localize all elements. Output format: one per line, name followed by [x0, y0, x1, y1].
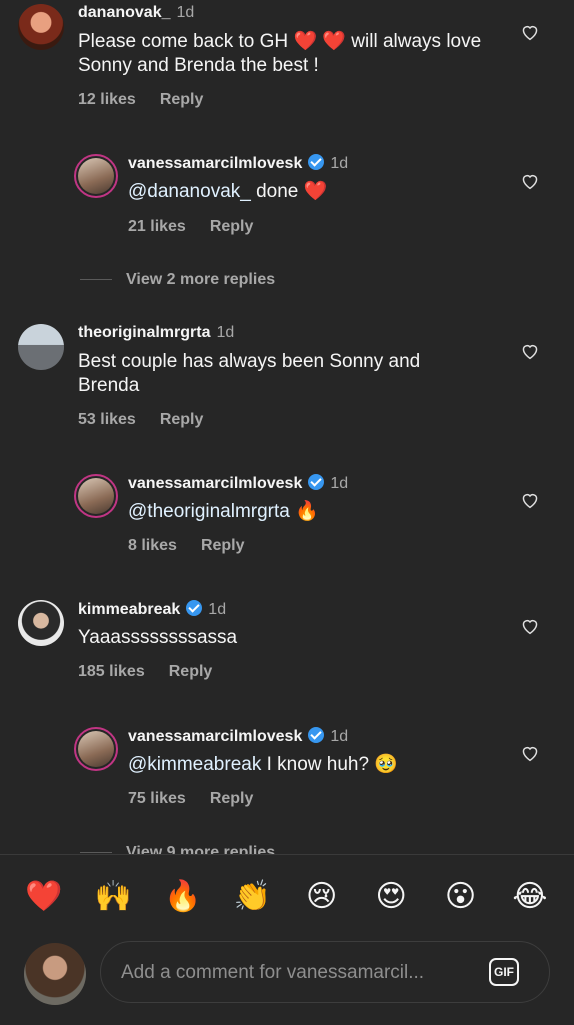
heart-icon[interactable]: [520, 342, 540, 360]
reply-button[interactable]: Reply: [169, 663, 213, 680]
emoji-clap-button[interactable]: 👏: [232, 879, 272, 919]
reply-meta: 75 likes Reply: [128, 790, 253, 808]
current-user-avatar: [24, 943, 86, 1005]
likes-count[interactable]: 75 likes: [128, 790, 186, 807]
likes-count[interactable]: 53 likes: [78, 411, 136, 428]
reply-button[interactable]: Reply: [210, 218, 254, 235]
comment-composer: ❤️ 🙌 🔥 👏 😢 😍 😮 😂 GIF: [0, 854, 574, 1025]
avatar[interactable]: [18, 600, 64, 646]
comment-meta: 185 likes Reply: [78, 663, 212, 681]
view-more-replies-button[interactable]: View 2 more replies: [80, 271, 275, 289]
verified-badge-icon: [308, 154, 325, 170]
comment-input[interactable]: [119, 942, 473, 1004]
emoji-heart-eyes-button[interactable]: 😍: [371, 879, 411, 919]
reply-username[interactable]: vanessamarcilmlovesk 1d: [128, 727, 348, 746]
likes-count[interactable]: 21 likes: [128, 218, 186, 235]
verified-badge-icon: [308, 474, 325, 490]
heart-icon[interactable]: [520, 744, 540, 762]
emoji-fire-button[interactable]: 🔥: [163, 879, 203, 919]
comment-username[interactable]: theoriginalmrgrta 1d: [78, 324, 234, 342]
reply-text: @kimmeabreak I know huh? 🥹: [128, 754, 399, 775]
comment-time: 1d: [216, 324, 235, 341]
avatar-image: [78, 158, 114, 194]
reply-username[interactable]: vanessamarcilmlovesk 1d: [128, 154, 348, 173]
comment-input-container: GIF: [100, 941, 550, 1004]
comment-meta: 53 likes Reply: [78, 411, 203, 429]
verified-badge-icon: [308, 727, 325, 743]
emoji-laughing-button[interactable]: 😂: [510, 879, 550, 919]
avatar[interactable]: [18, 4, 64, 50]
mention-link[interactable]: @dananovak_: [128, 181, 251, 202]
avatar-image: [78, 731, 114, 767]
emoji-raised-hands-button[interactable]: 🙌: [93, 879, 133, 919]
comment-meta: 12 likes Reply: [78, 91, 203, 109]
reply-meta: 21 likes Reply: [128, 218, 253, 236]
reply-meta: 8 likes Reply: [128, 537, 245, 555]
reply-time: 1d: [330, 475, 349, 492]
reply-time: 1d: [330, 155, 349, 172]
emoji-heart-button[interactable]: ❤️: [24, 879, 64, 919]
reply-text: @dananovak_ done ❤️: [128, 181, 328, 202]
avatar[interactable]: [74, 727, 118, 771]
avatar-image: [78, 478, 114, 514]
reply-text: @theoriginalmrgrta 🔥: [128, 501, 319, 522]
reply-button[interactable]: Reply: [160, 91, 204, 108]
reply-button[interactable]: Reply: [160, 411, 204, 428]
likes-count[interactable]: 12 likes: [78, 91, 136, 108]
heart-icon[interactable]: [520, 491, 540, 509]
mention-link[interactable]: @kimmeabreak: [128, 754, 261, 775]
gif-button[interactable]: GIF: [489, 958, 519, 986]
heart-icon[interactable]: [520, 172, 540, 190]
likes-count[interactable]: 185 likes: [78, 663, 145, 680]
emoji-quick-bar: ❤️ 🙌 🔥 👏 😢 😍 😮 😂: [0, 879, 574, 919]
reply-username[interactable]: vanessamarcilmlovesk 1d: [128, 474, 348, 493]
reply-time: 1d: [330, 728, 349, 745]
comment-username[interactable]: kimmeabreak 1d: [78, 600, 226, 619]
mention-link[interactable]: @theoriginalmrgrta: [128, 501, 290, 522]
reply-button[interactable]: Reply: [201, 537, 245, 554]
emoji-crying-button[interactable]: 😢: [302, 879, 342, 919]
emoji-surprised-button[interactable]: 😮: [441, 879, 481, 919]
avatar[interactable]: [74, 474, 118, 518]
comment-text: Best couple has always been Sonny and Br…: [78, 351, 421, 396]
comment-time: 1d: [176, 4, 195, 21]
comment-time: 1d: [208, 601, 227, 618]
comment-text: Yaaassssssssassa: [78, 627, 238, 648]
heart-icon[interactable]: [520, 23, 540, 41]
likes-count[interactable]: 8 likes: [128, 537, 177, 554]
comment-username[interactable]: dananovak_ 1d: [78, 4, 194, 22]
avatar[interactable]: [18, 324, 64, 370]
heart-icon[interactable]: [520, 617, 540, 635]
reply-button[interactable]: Reply: [210, 790, 254, 807]
verified-badge-icon: [186, 600, 203, 616]
comment-text: Please come back to GH ❤️ ❤️ will always…: [78, 31, 482, 76]
avatar[interactable]: [74, 154, 118, 198]
